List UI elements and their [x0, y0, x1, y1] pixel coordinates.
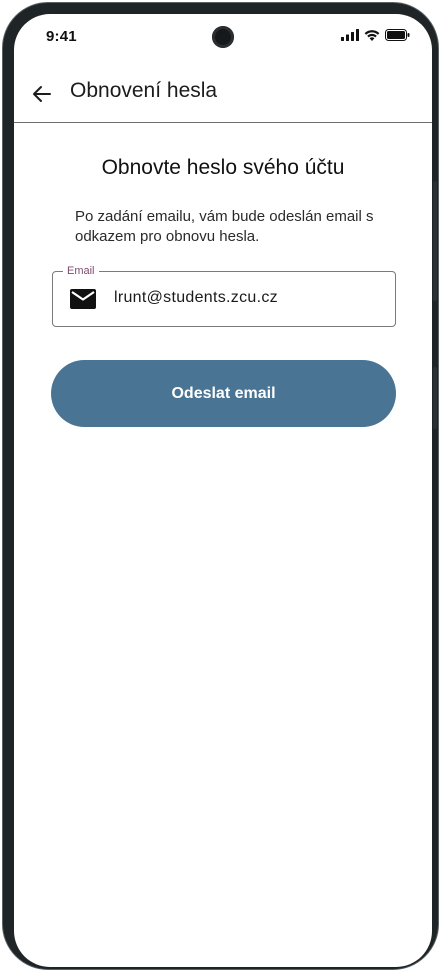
wifi-icon	[364, 30, 380, 41]
screen: 9:41 Obnovení hesla Obnovte heslo svého …	[14, 14, 432, 967]
side-button-volume	[433, 367, 437, 429]
side-button-power	[433, 181, 437, 301]
app-bar: Obnovení hesla	[14, 66, 432, 123]
email-field-label: Email	[63, 264, 99, 278]
content-description: Po zadání emailu, vám bude odeslán email…	[75, 208, 374, 245]
content-heading: Obnovte heslo svého účtu	[101, 156, 345, 179]
arrow-left-icon	[33, 86, 51, 102]
back-button[interactable]	[28, 80, 56, 108]
mail-icon	[70, 289, 96, 309]
phone-frame: 9:41 Obnovení hesla Obnovte heslo svého …	[2, 2, 439, 970]
front-camera	[212, 26, 234, 48]
email-field[interactable]: Email	[52, 264, 396, 327]
signal-icon	[341, 29, 359, 41]
battery-icon	[385, 29, 410, 41]
status-icons	[341, 29, 410, 41]
status-time: 9:41	[46, 28, 77, 45]
page-title: Obnovení hesla	[70, 79, 218, 102]
send-email-button[interactable]: Odeslat email	[51, 360, 396, 427]
status-bar: 9:41	[14, 14, 432, 60]
email-input[interactable]	[114, 289, 374, 307]
